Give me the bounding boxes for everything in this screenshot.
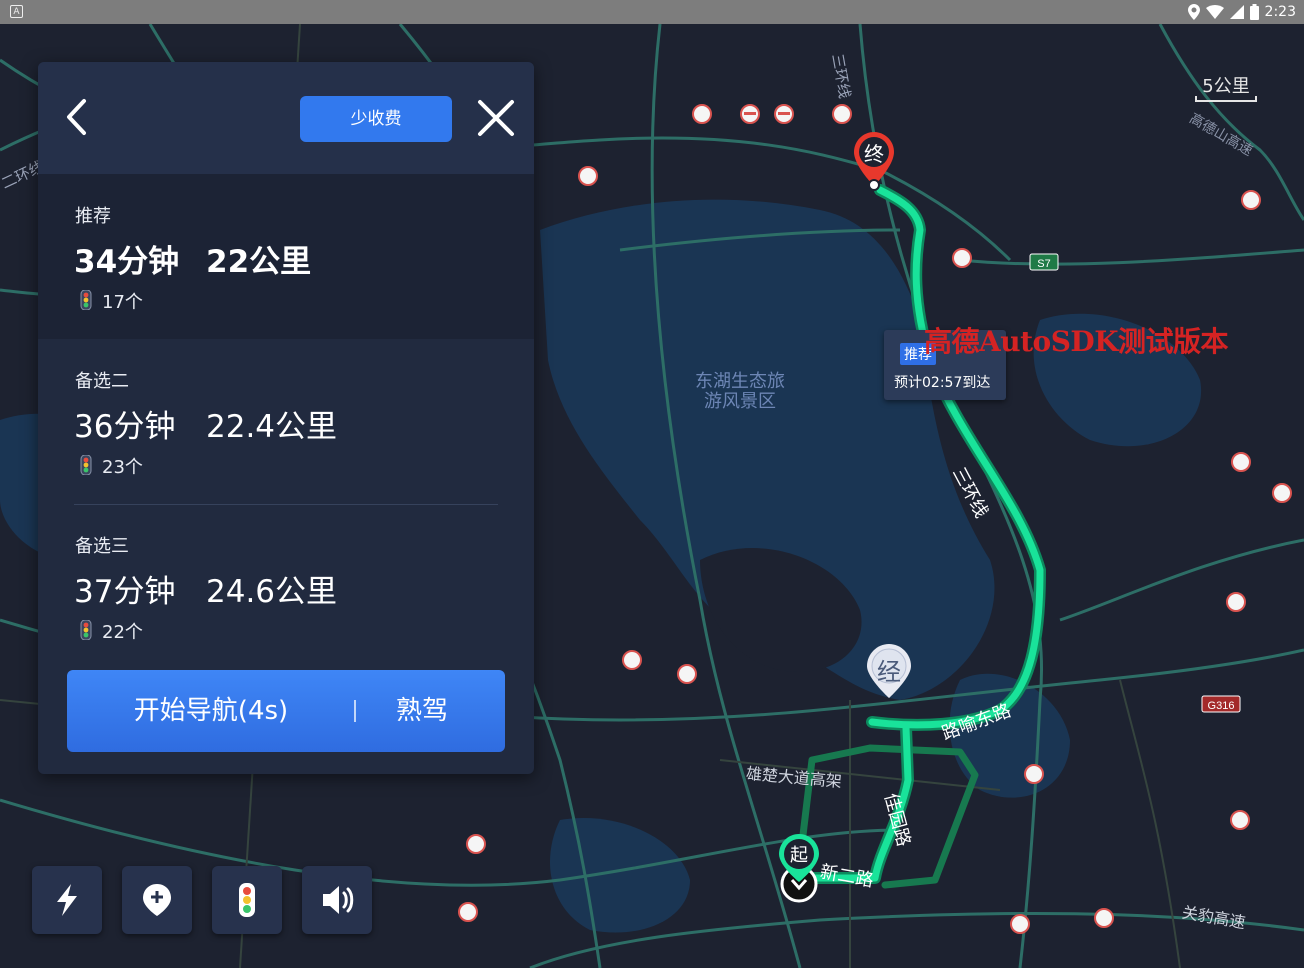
start-pin-label: 起 xyxy=(790,845,808,866)
location-icon xyxy=(1187,4,1200,20)
route-name: 备选二 xyxy=(75,371,129,392)
route-time: 37分钟 xyxy=(74,574,176,610)
end-pin-label: 终 xyxy=(864,142,884,166)
wifi-icon xyxy=(1205,5,1224,19)
label-park: 东湖生态旅游风景区 xyxy=(695,371,785,412)
s7-badge: S7 xyxy=(1037,258,1050,270)
route-distance: 22公里 xyxy=(206,244,312,280)
traffic-button[interactable] xyxy=(212,866,282,934)
route-name: 备选三 xyxy=(75,536,129,557)
chevron-left-icon xyxy=(67,99,86,135)
status-bar: A 2:23 xyxy=(0,0,1304,24)
route-panel: 少收费 推荐 34分钟 22公里 17个 备选二 36分钟 22.4公里 23个… xyxy=(38,62,534,774)
close-button[interactable] xyxy=(476,98,516,138)
signal-icon xyxy=(1229,5,1244,19)
button-separator xyxy=(354,700,356,722)
traffic-light-icon xyxy=(80,620,92,640)
route-option-2[interactable]: 备选二 36分钟 22.4公里 23个 xyxy=(38,339,534,504)
route-lights: 22个 xyxy=(102,622,143,643)
quick-action-button[interactable] xyxy=(32,866,102,934)
route-name: 推荐 xyxy=(75,206,111,227)
via-pin[interactable]: 经 xyxy=(863,640,915,702)
end-pin[interactable]: 终 xyxy=(852,130,896,192)
status-icons: 2:23 xyxy=(1187,3,1296,21)
route-time: 34分钟 xyxy=(74,244,180,280)
status-time: 2:23 xyxy=(1264,4,1296,20)
via-pin-label: 经 xyxy=(877,658,901,686)
add-waypoint-button[interactable] xyxy=(122,866,192,934)
map-scale: 5公里 xyxy=(1202,76,1250,97)
route-lights: 17个 xyxy=(102,292,143,313)
traffic-light-icon xyxy=(80,455,92,475)
traffic-light-icon xyxy=(80,290,92,310)
close-icon xyxy=(478,100,514,136)
route-option-recommended[interactable]: 推荐 34分钟 22公里 17个 xyxy=(38,174,534,339)
familiar-drive-button[interactable]: 熟驾 xyxy=(357,670,487,752)
panel-header: 少收费 xyxy=(38,62,534,174)
route-distance: 24.6公里 xyxy=(206,574,338,610)
traffic-light-icon xyxy=(239,883,255,917)
start-pin[interactable]: 起 xyxy=(776,832,822,904)
back-button[interactable] xyxy=(58,94,94,140)
scale-bar xyxy=(1195,96,1257,102)
add-location-icon xyxy=(143,884,171,916)
eta-text: 预计02:57到达 xyxy=(894,375,991,391)
volume-button[interactable] xyxy=(302,866,372,934)
lightning-icon xyxy=(57,884,77,916)
start-navigation-label: 开始导航(4s) xyxy=(133,696,289,726)
route-time: 36分钟 xyxy=(74,409,176,445)
route-lights: 23个 xyxy=(102,457,143,478)
sdk-watermark: 高德AutoSDK测试版本 xyxy=(924,325,1229,358)
less-toll-button[interactable]: 少收费 xyxy=(300,96,452,142)
route-distance: 22.4公里 xyxy=(206,409,338,445)
g316-badge: G316 xyxy=(1208,700,1235,712)
start-navigation-button[interactable]: 开始导航(4s) 熟驾 xyxy=(67,670,505,752)
battery-icon xyxy=(1249,4,1259,20)
volume-icon xyxy=(323,886,354,914)
route-option-3[interactable]: 备选三 37分钟 24.6公里 22个 xyxy=(38,504,534,669)
app-notification-icon: A xyxy=(10,5,23,18)
